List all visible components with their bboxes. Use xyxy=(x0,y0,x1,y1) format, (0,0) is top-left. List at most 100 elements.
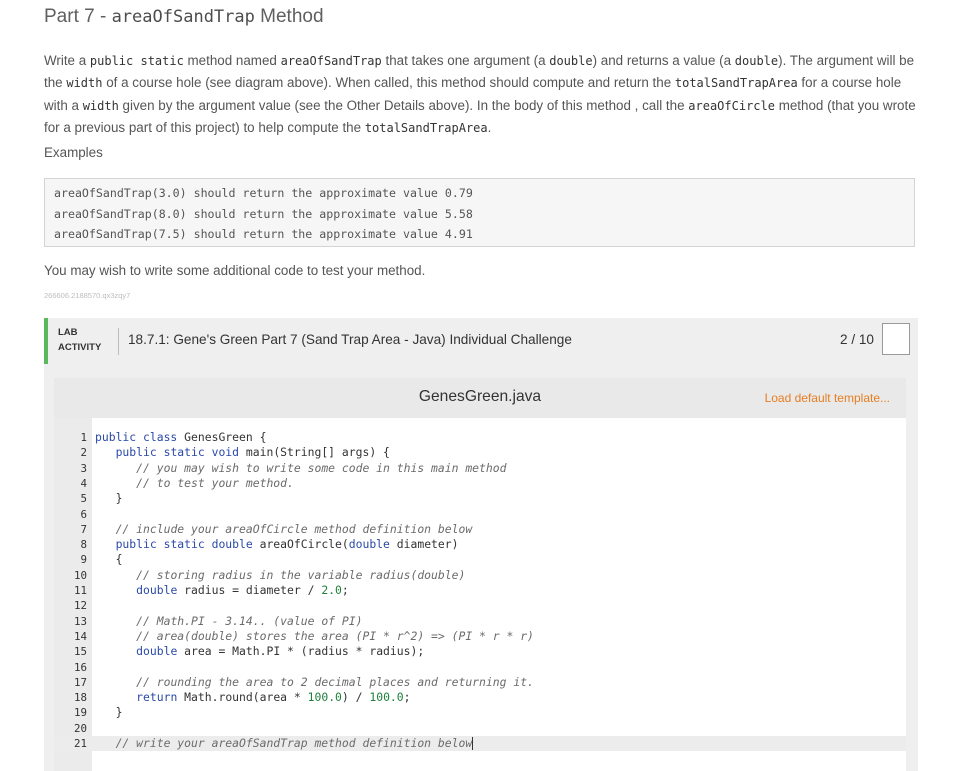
lab-divider xyxy=(118,328,119,355)
line-number: 18 xyxy=(73,691,87,705)
description-text: Write a xyxy=(44,53,90,68)
code-line[interactable]: 16 xyxy=(54,660,906,675)
code-text: public static double areaOfCircle(double… xyxy=(95,537,459,552)
line-number: 1 xyxy=(80,431,87,444)
code-text: public static void main(String[] args) { xyxy=(95,445,390,460)
lab-score: 2 / 10 xyxy=(839,332,874,347)
description-text: . xyxy=(487,119,492,135)
code-token: // storing radius in the variable radius… xyxy=(136,567,466,582)
code-token: // you may wish to write some code in th… xyxy=(136,460,507,475)
code-line[interactable]: 20 xyxy=(54,721,906,736)
inline-code: width xyxy=(82,98,119,113)
code-text: // include your areaOfCircle method defi… xyxy=(95,522,473,537)
code-text: // to test your method. xyxy=(95,476,294,491)
code-line[interactable]: 13 // Math.PI - 3.14.. (value of PI) xyxy=(54,614,906,629)
title-prefix: Part 7 - xyxy=(44,6,112,27)
line-number: 14 xyxy=(73,629,87,643)
code-text: // area(double) stores the area (PI * r^… xyxy=(95,629,534,644)
line-number: 3 xyxy=(80,461,87,475)
code-line[interactable]: 17 // rounding the area to 2 decimal pla… xyxy=(54,675,906,690)
code-token: // rounding the area to 2 decimal places… xyxy=(136,674,534,689)
code-line[interactable]: 19 } xyxy=(54,705,906,720)
code-line[interactable]: 8 public static double areaOfCircle(doub… xyxy=(54,537,906,552)
code-line[interactable]: 18 return Math.round(area * 100.0) / 100… xyxy=(54,690,906,705)
text-cursor xyxy=(472,737,474,750)
code-line[interactable]: 14 // area(double) stores the area (PI *… xyxy=(54,629,906,644)
code-token: return xyxy=(136,690,185,705)
code-token: // Math.PI - 3.14.. (value of PI) xyxy=(136,613,363,628)
code-line[interactable]: 4 // to test your method. xyxy=(54,476,906,491)
code-token: // to test your method. xyxy=(136,475,294,490)
code-line[interactable]: 6 xyxy=(54,507,906,522)
code-line[interactable]: 5 } xyxy=(54,491,906,506)
code-token: 100.0 xyxy=(369,690,404,705)
code-line[interactable]: 3 // you may wish to write some code in … xyxy=(54,461,906,476)
examples-box: areaOfSandTrap(3.0) should return the ap… xyxy=(44,178,915,247)
line-number: 16 xyxy=(73,660,87,674)
line-number: 5 xyxy=(80,492,87,506)
lab-tag-line2: ACTIVITY xyxy=(58,342,102,353)
description-text: method named xyxy=(183,53,281,68)
code-text: // rounding the area to 2 decimal places… xyxy=(95,675,534,690)
title-suffix: Method xyxy=(254,6,324,27)
code-token: radius = diameter / xyxy=(184,583,322,597)
code-line[interactable]: 2 public static void main(String[] args)… xyxy=(54,445,906,460)
inline-code: double xyxy=(734,54,779,68)
code-editor-panel: GenesGreen.java Load default template...… xyxy=(44,364,918,771)
code-line[interactable]: 10 // storing radius in the variable rad… xyxy=(54,568,906,583)
line-number: 7 xyxy=(80,522,87,536)
code-line[interactable]: 7 // include your areaOfCircle method de… xyxy=(54,522,906,537)
line-number: 9 xyxy=(80,553,87,567)
code-token: area = Math.PI * (radius * radius); xyxy=(184,644,425,659)
description-text: that takes one argument (a xyxy=(381,53,550,68)
code-token: ) / xyxy=(341,690,370,705)
code-token: public class xyxy=(95,430,185,444)
code-token: // area(double) stores the area (PI * r^… xyxy=(136,628,534,643)
code-token: double xyxy=(348,537,397,552)
line-number: 4 xyxy=(80,476,87,490)
code-token: 2.0 xyxy=(321,583,342,597)
code-token: { xyxy=(95,552,123,567)
code-token: public static void xyxy=(115,445,246,460)
inline-code: double xyxy=(549,54,593,68)
content-id: 266606.2188570.qx3zqy7 xyxy=(44,291,131,300)
code-token: public static double xyxy=(115,537,260,552)
load-default-template-link[interactable]: Load default template... xyxy=(765,391,890,405)
description-text: above). In the body of this method , cal… xyxy=(424,97,689,113)
example-line: areaOfSandTrap(8.0) should return the ap… xyxy=(54,206,473,221)
line-number: 13 xyxy=(73,614,87,628)
example-line: areaOfSandTrap(3.0) should return the ap… xyxy=(54,186,473,200)
code-text: { xyxy=(95,552,123,567)
line-number: 8 xyxy=(80,538,87,552)
inline-reference: Other Details xyxy=(346,97,425,113)
code-token: ; xyxy=(341,583,349,597)
code-line[interactable]: 12 xyxy=(54,598,906,613)
code-token: Math.round(area * xyxy=(184,690,308,705)
code-text: } xyxy=(95,705,123,720)
lab-activity-tag: LAB ACTIVITY xyxy=(58,327,101,354)
code-token: GenesGreen { xyxy=(184,430,267,444)
line-number: 12 xyxy=(73,599,87,613)
code-token: double xyxy=(136,583,185,597)
lab-activity-header: LAB ACTIVITY 18.7.1: Gene's Green Part 7… xyxy=(44,318,918,364)
code-line[interactable]: 11 double radius = diameter / 2.0; xyxy=(54,583,906,598)
problem-description: Write a public static method named areaO… xyxy=(44,50,916,139)
code-text: double area = Math.PI * (radius * radius… xyxy=(95,644,424,659)
inline-code: areaOfSandTrap xyxy=(280,54,382,68)
code-editor[interactable]: 1 public class GenesGreen {2 public stati… xyxy=(54,418,906,771)
line-number: 2 xyxy=(80,446,87,460)
code-line[interactable]: 1 public class GenesGreen { xyxy=(54,430,906,445)
code-text: return Math.round(area * 100.0) / 100.0; xyxy=(95,690,410,705)
code-token: diameter) xyxy=(396,537,459,552)
code-line[interactable]: 15 double area = Math.PI * (radius * rad… xyxy=(54,644,906,659)
code-token: main(String[] args) { xyxy=(245,445,390,460)
code-text: public class GenesGreen { xyxy=(95,430,266,445)
code-text: // write your areaOfSandTrap method defi… xyxy=(95,736,474,751)
code-line[interactable]: 21 // write your areaOfSandTrap method d… xyxy=(54,736,906,752)
code-line[interactable]: 9 { xyxy=(54,552,906,567)
